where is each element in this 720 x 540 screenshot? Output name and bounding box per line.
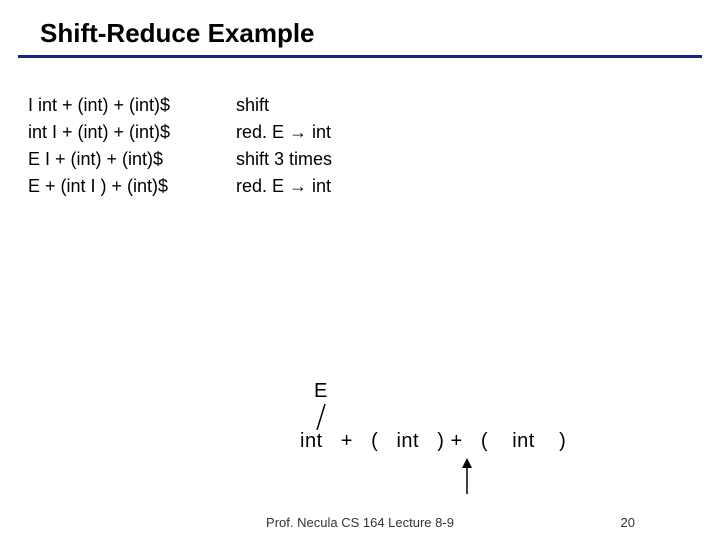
action-2: shift 3 times [236,146,332,173]
action-1: red. E → int [236,119,331,146]
tree-tokens: int + ( int ) + ( int ) [300,430,566,453]
slide-title: Shift-Reduce Example [0,0,720,55]
config-1: int I + (int) + (int)$ [28,119,236,146]
tree-node-E: E [314,380,327,403]
action-0: shift [236,92,269,119]
title-rule [18,55,702,58]
derivation-row: I int + (int) + (int)$ shift [28,92,720,119]
derivation-row: int I + (int) + (int)$ red. E → int [28,119,720,146]
action-3: red. E → int [236,173,331,200]
tree-edge [314,404,328,430]
footer-credit: Prof. Necula CS 164 Lecture 8-9 [266,515,454,530]
parse-tree: E int + ( int ) + ( int ) [300,380,710,500]
derivation-table: I int + (int) + (int)$ shift int I + (in… [28,92,720,200]
derivation-row: E + (int I ) + (int)$ red. E → int [28,173,720,200]
config-2: E I + (int) + (int)$ [28,146,236,173]
cursor-arrow-icon [460,458,474,494]
config-3: E + (int I ) + (int)$ [28,173,236,200]
page-number: 20 [621,515,635,530]
config-0: I int + (int) + (int)$ [28,92,236,119]
derivation-row: E I + (int) + (int)$ shift 3 times [28,146,720,173]
